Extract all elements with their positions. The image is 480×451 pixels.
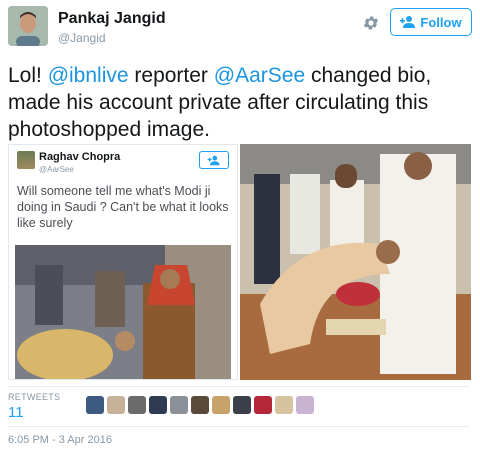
retweeter-avatar[interactable] [254,396,272,414]
retweeter-avatar[interactable] [149,396,167,414]
divider-bottom [8,426,470,427]
retweets-label: RETWEETS [8,392,61,402]
embedded-follow-icon [199,151,229,169]
author-name[interactable]: Pankaj Jangid [58,10,166,28]
retweeter-avatar[interactable] [86,396,104,414]
retweeter-avatar[interactable] [275,396,293,414]
retweeter-avatar[interactable] [233,396,251,414]
follow-button[interactable]: Follow [390,8,472,36]
embedded-author-name: Raghav Chopra [39,151,121,163]
retweeter-avatar[interactable] [296,396,314,414]
follow-label: Follow [420,14,462,30]
add-user-icon [400,16,416,28]
tweet-text: Lol! @ibnlive reporter @AarSee changed b… [8,64,432,141]
retweeter-avatar[interactable] [107,396,125,414]
media-image-left[interactable]: Raghav Chopra @AarSee Will someone tell … [8,144,238,380]
mention-aarsee[interactable]: @AarSee [214,64,305,87]
retweeter-avatar[interactable] [170,396,188,414]
retweeter-avatars [86,396,314,414]
embedded-author-handle: @AarSee [39,165,74,174]
retweeter-avatar[interactable] [128,396,146,414]
embedded-photo [15,245,231,379]
author-handle[interactable]: @Jangid [58,31,106,45]
divider-top [8,386,470,387]
embedded-avatar [17,151,35,169]
retweeter-avatar[interactable] [191,396,209,414]
tweet-timestamp[interactable]: 6:05 PM - 3 Apr 2016 [8,434,112,446]
author-avatar[interactable] [8,6,48,46]
retweeter-avatar[interactable] [212,396,230,414]
embedded-tweet-text: Will someone tell me what's Modi ji doin… [17,184,229,230]
media-image-right[interactable] [240,144,471,380]
mention-ibnlive[interactable]: @ibnlive [48,64,129,87]
gear-icon[interactable] [362,14,380,32]
retweets-count[interactable]: 11 [8,404,24,421]
